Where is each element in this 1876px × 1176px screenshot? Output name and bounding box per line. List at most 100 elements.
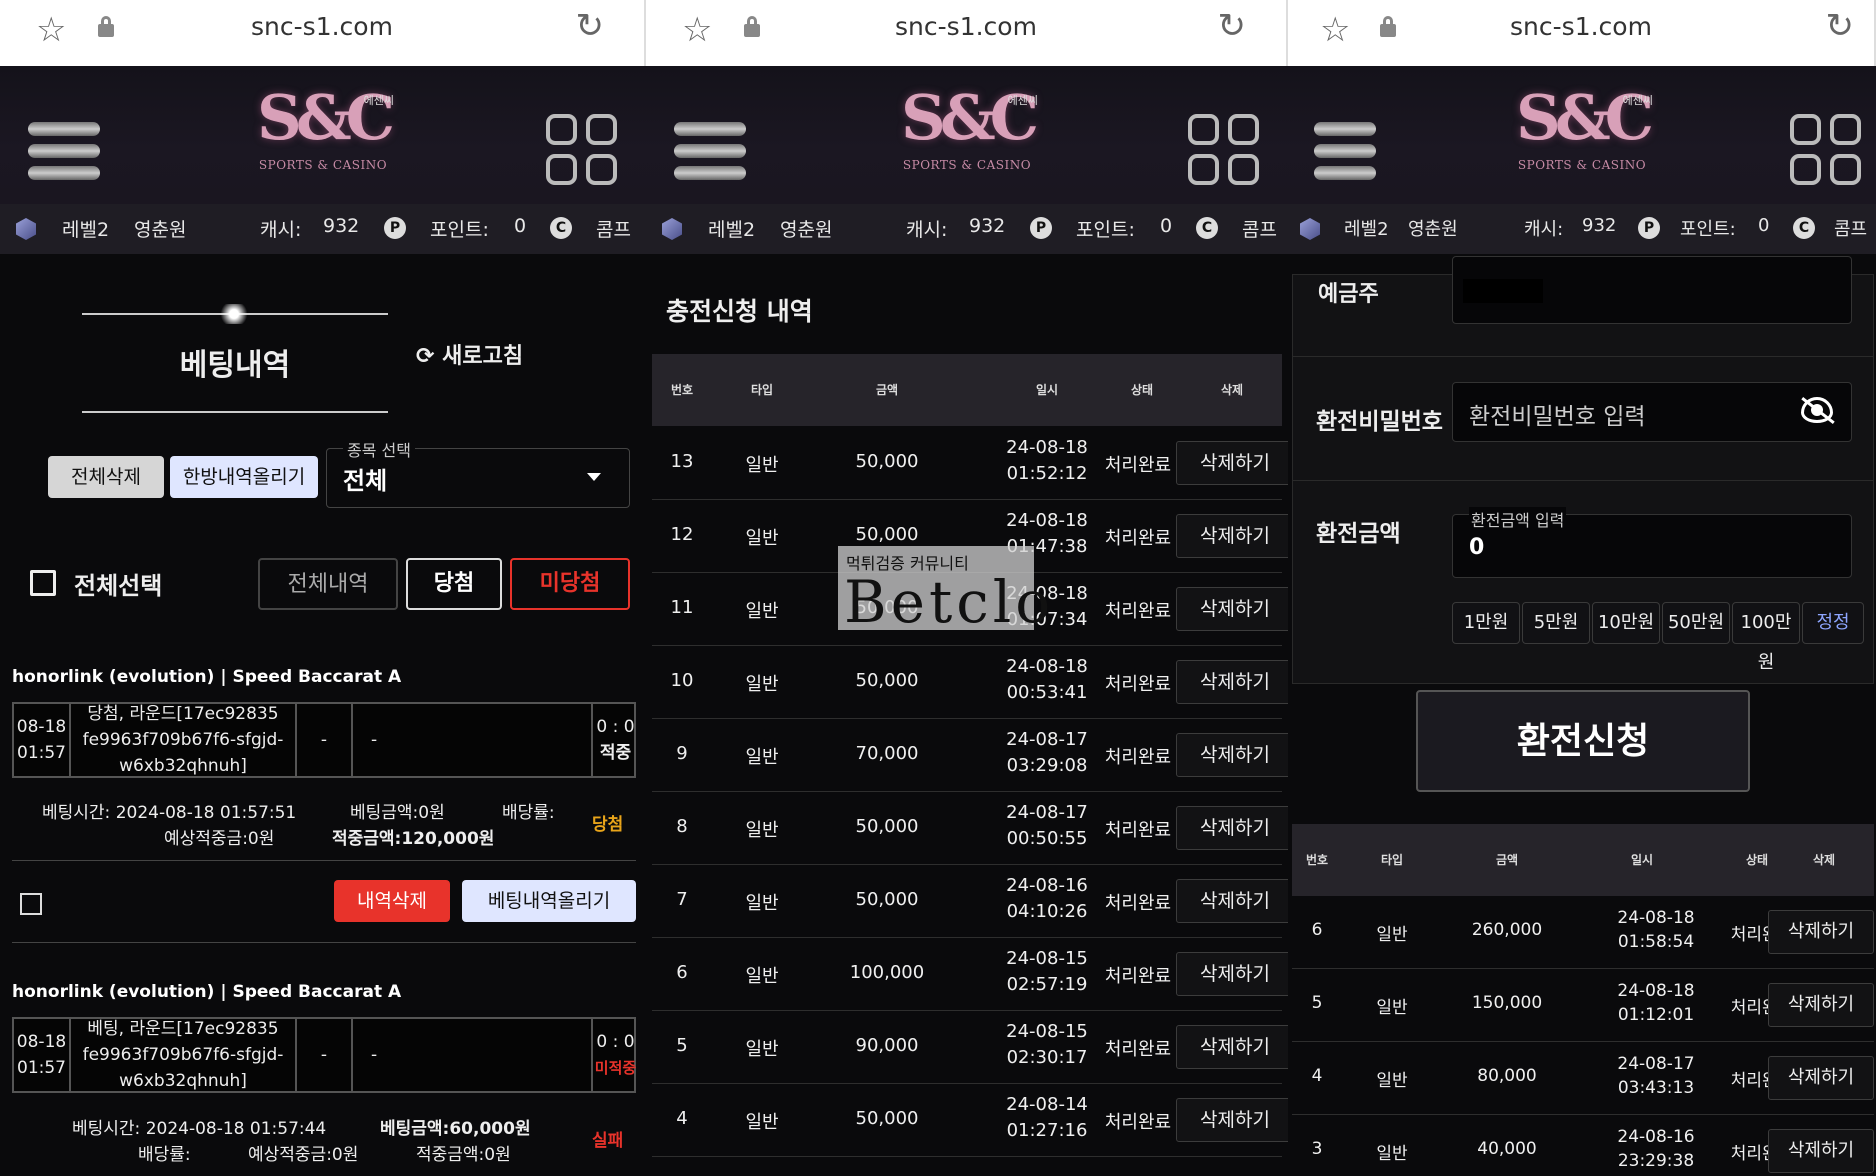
delete-history-button[interactable]: 내역삭제 xyxy=(334,880,450,922)
delete-row-button[interactable]: 삭제하기 xyxy=(1176,441,1288,485)
bet-odds: 배당률: xyxy=(138,1145,191,1165)
level-gem-icon xyxy=(662,218,682,240)
row-type: 일반 xyxy=(1376,1071,1408,1091)
row-amount: 50,000 xyxy=(855,816,919,837)
row-amount: 100,000 xyxy=(849,962,925,983)
hamburger-menu-icon[interactable] xyxy=(674,122,746,180)
filter-all-tab[interactable]: 전체내역 xyxy=(258,558,398,610)
quick-amount-1man-button[interactable]: 1만원 xyxy=(1452,602,1520,644)
row-status: 처리완료 xyxy=(1104,893,1172,914)
delete-all-button[interactable]: 전체삭제 xyxy=(48,456,164,498)
site-logo[interactable]: S&C 에센씨 SPORTS & CASINO xyxy=(1507,78,1657,198)
row-date: 24-08-18 xyxy=(1617,908,1695,928)
delete-row-button[interactable]: 삭제하기 xyxy=(1768,1056,1874,1100)
delete-row-button[interactable]: 삭제하기 xyxy=(1176,806,1288,850)
url-domain[interactable]: snc-s1.com xyxy=(1288,12,1874,41)
row-number: 12 xyxy=(670,524,694,545)
quick-amount-50man-button[interactable]: 50만원 xyxy=(1662,602,1730,644)
grid-menu-icon[interactable] xyxy=(1790,114,1862,186)
url-domain[interactable]: snc-s1.com xyxy=(646,12,1286,41)
hamburger-menu-icon[interactable] xyxy=(28,122,100,180)
delete-row-button[interactable]: 삭제하기 xyxy=(1768,983,1874,1027)
table-row: 8 일반 50,000 24-08-17 00:50:55 처리완료 삭제하기 xyxy=(652,792,1288,865)
delete-row-button[interactable]: 삭제하기 xyxy=(1176,587,1288,631)
reset-amount-button[interactable]: 정정 xyxy=(1802,602,1864,644)
delete-row-button[interactable]: 삭제하기 xyxy=(1176,879,1288,923)
delete-row-button[interactable]: 삭제하기 xyxy=(1176,514,1288,558)
delete-row-button[interactable]: 삭제하기 xyxy=(1768,910,1874,954)
bet-won-amount: 적중금액:120,000원 xyxy=(332,829,495,849)
delete-row-button[interactable]: 삭제하기 xyxy=(1768,1129,1874,1173)
filter-win-tab[interactable]: 당첨 xyxy=(406,558,502,610)
withdraw-amount-input[interactable]: 환전금액 입력 0 xyxy=(1452,507,1852,578)
depositor-label: 예금주 xyxy=(1318,282,1379,307)
quick-amount-5man-button[interactable]: 5만원 xyxy=(1522,602,1590,644)
refresh-button[interactable]: ⟳ 새로고침 xyxy=(416,338,523,370)
comp-label[interactable]: 콤프 xyxy=(1834,215,1867,241)
row-time: 02:30:17 xyxy=(1006,1047,1088,1068)
quick-amount-100man-button[interactable]: 100만원 xyxy=(1732,602,1800,673)
column-header: 삭제 xyxy=(1220,383,1244,397)
logo-mark: S&C xyxy=(900,81,1039,154)
hamburger-menu-icon[interactable] xyxy=(1314,122,1376,180)
row-number: 6 xyxy=(676,962,688,983)
withdraw-panel: ☆ snc-s1.com ↻ S&C 에센씨 SPORTS & CASINO 레… xyxy=(1288,0,1876,1176)
point-label: 포인트: xyxy=(430,219,489,241)
delete-row-button[interactable]: 삭제하기 xyxy=(1176,660,1288,704)
column-header: 타입 xyxy=(1380,853,1404,867)
select-all-checkbox[interactable] xyxy=(30,570,56,596)
bet-score: 0 : 0 적중 xyxy=(593,704,638,776)
row-status: 처리완료 xyxy=(1104,601,1172,622)
site-header: S&C 에센씨 SPORTS & CASINO xyxy=(0,66,646,204)
logo-tagline: SPORTS & CASINO xyxy=(1517,158,1647,172)
withdraw-password-label: 환전비밀번호 xyxy=(1316,409,1443,435)
comp-icon: C xyxy=(550,217,572,239)
row-date: 24-08-14 xyxy=(1006,1094,1088,1115)
bet-detail: 당첨, 라운드[17ec92835 fe9963f709b67f6-sfgjd-… xyxy=(71,704,297,776)
bet-state: 미적중 xyxy=(594,1059,637,1077)
comp-label[interactable]: 콤프 xyxy=(596,215,631,242)
bet-time: 01:57 xyxy=(17,743,66,763)
bet-date: 08-18 xyxy=(16,1032,67,1052)
sport-select[interactable]: 종목 선택 전체 xyxy=(326,437,630,508)
refresh-label: 새로고침 xyxy=(442,344,524,369)
row-number: 8 xyxy=(676,816,688,837)
upload-history-button[interactable]: 베팅내역올리기 xyxy=(462,880,636,922)
row-time: 01:58:54 xyxy=(1617,932,1695,952)
column-header: 타입 xyxy=(750,383,774,397)
reload-icon[interactable]: ↻ xyxy=(1826,6,1855,46)
delete-row-button[interactable]: 삭제하기 xyxy=(1176,733,1288,777)
url-domain[interactable]: snc-s1.com xyxy=(0,12,644,41)
column-header: 번호 xyxy=(1305,853,1329,867)
row-time: 01:12:01 xyxy=(1617,1005,1695,1025)
comp-label[interactable]: 콤프 xyxy=(1242,215,1277,242)
row-time: 02:57:19 xyxy=(1006,974,1088,995)
row-status: 처리완료 xyxy=(1104,820,1172,841)
site-logo[interactable]: S&C 에센씨 SPORTS & CASINO xyxy=(248,78,398,198)
bet-summary-row: 08-18 01:57 당첨, 라운드[17ec92835 fe9963f709… xyxy=(12,702,636,778)
row-type: 일반 xyxy=(745,747,779,768)
site-logo[interactable]: S&C 에센씨 SPORTS & CASINO xyxy=(892,78,1042,198)
quick-amount-10man-button[interactable]: 10만원 xyxy=(1592,602,1660,644)
delete-row-button[interactable]: 삭제하기 xyxy=(1176,1098,1288,1142)
eye-off-icon[interactable] xyxy=(1801,397,1835,424)
grid-menu-icon[interactable] xyxy=(1188,114,1260,186)
grid-menu-icon[interactable] xyxy=(546,114,618,186)
withdraw-submit-button[interactable]: 환전신청 xyxy=(1416,690,1750,792)
delete-row-button[interactable]: 삭제하기 xyxy=(1176,952,1288,996)
user-name: 영춘원 xyxy=(134,219,187,241)
table-header: 번호 타입 금액 일시 상태 삭제 xyxy=(1292,824,1874,896)
depositor-field[interactable] xyxy=(1452,256,1852,324)
row-number: 9 xyxy=(676,743,688,764)
reload-icon[interactable]: ↻ xyxy=(1218,6,1247,46)
delete-row-button[interactable]: 삭제하기 xyxy=(1176,1025,1288,1069)
upload-all-button[interactable]: 한방내역올리기 xyxy=(170,456,318,498)
bet-checkbox[interactable] xyxy=(20,893,42,915)
withdraw-password-input[interactable]: 환전비밀번호 입력 xyxy=(1452,382,1852,442)
user-status-bar: 레벨2 영춘원 캐시: 932 P 포인트: 0 C 콤프 xyxy=(646,204,1288,254)
row-time: 00:50:55 xyxy=(1006,828,1088,849)
filter-lose-tab[interactable]: 미당첨 xyxy=(510,558,630,610)
row-amount: 90,000 xyxy=(855,1035,919,1056)
row-date: 24-08-18 xyxy=(1617,981,1695,1001)
reload-icon[interactable]: ↻ xyxy=(576,6,605,46)
